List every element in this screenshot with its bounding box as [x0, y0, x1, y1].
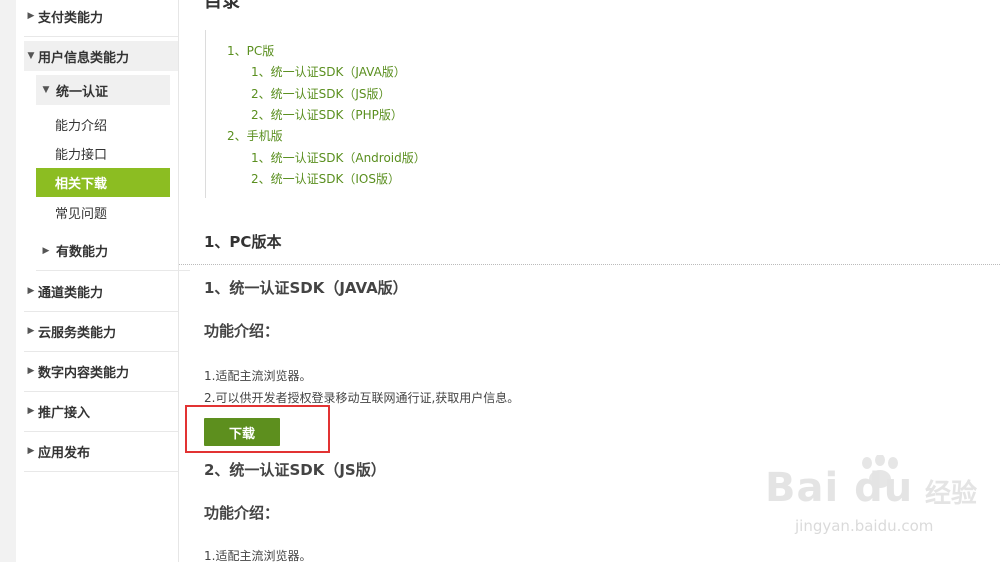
sidebar-item-user-info[interactable]: ▼ 用户信息类能力 — [24, 41, 178, 71]
watermark-url: jingyan.baidu.com — [795, 517, 934, 535]
sidebar-item-label: 统一认证 — [56, 84, 109, 100]
sdk-js-heading: 2、统一认证SDK（JS版） — [204, 461, 386, 479]
sidebar-leaf-downloads[interactable]: 相关下载 — [36, 168, 170, 197]
caret-right-icon: ▶ — [27, 326, 35, 336]
toc-link-ios-sdk[interactable]: 2、统一认证SDK（IOS版） — [251, 170, 400, 187]
caret-right-icon: ▶ — [27, 446, 35, 456]
table-of-contents: 1、PC版 1、统一认证SDK（JAVA版） 2、统一认证SDK（JS版） 2、… — [205, 30, 466, 198]
toc-link-php-sdk[interactable]: 2、统一认证SDK（PHP版） — [251, 106, 403, 123]
toc-link-mobile[interactable]: 2、手机版 — [227, 127, 283, 144]
divider — [179, 264, 1000, 265]
sidebar-item-channel[interactable]: ▶ 通道类能力 — [24, 271, 178, 312]
feature-line: 1.适配主流浏览器。 — [204, 549, 312, 563]
sidebar-item-label: 有数能力 — [56, 245, 109, 260]
sidebar-nav: ▶ 支付类能力 ▼ 用户信息类能力 ▼ 统一认证 能力介绍 能力接口 相关下载 … — [16, 0, 190, 562]
sidebar-item-label: 相关下载 — [55, 177, 108, 192]
caret-down-icon: ▼ — [42, 85, 50, 95]
page-left-gutter — [0, 0, 16, 562]
sidebar-subitem-data-capability[interactable]: ▶ 有数能力 — [36, 231, 190, 271]
toc-link-android-sdk[interactable]: 1、统一认证SDK（Android版） — [251, 149, 426, 166]
caret-right-icon: ▶ — [27, 406, 35, 416]
feature-intro-heading: 功能介绍： — [204, 322, 280, 340]
sidebar-item-digital-content[interactable]: ▶ 数字内容类能力 — [24, 351, 178, 392]
feature-line: 1.适配主流浏览器。 — [204, 369, 312, 383]
caret-right-icon: ▶ — [27, 11, 35, 21]
toc-link-js-sdk[interactable]: 2、统一认证SDK（JS版） — [251, 85, 391, 102]
toc-link-pc[interactable]: 1、PC版 — [227, 42, 274, 59]
sidebar-item-label: 云服务类能力 — [38, 325, 117, 341]
sidebar-item-label: 支付类能力 — [38, 10, 104, 26]
sidebar-item-payment[interactable]: ▶ 支付类能力 — [24, 0, 178, 37]
caret-right-icon: ▶ — [42, 245, 50, 256]
baidu-jingyan-watermark: Bai du 经验 jingyan.baidu.com — [765, 455, 995, 545]
sidebar-item-label: 数字内容类能力 — [38, 365, 130, 381]
sidebar-item-label: 推广接入 — [38, 405, 91, 421]
watermark-logo-text: Bai du — [765, 465, 914, 511]
section-title-pc: 1、PC版本 — [204, 233, 282, 251]
sidebar-leaf-intro[interactable]: 能力介绍 — [36, 110, 170, 139]
sidebar-leaf-api[interactable]: 能力接口 — [36, 139, 170, 168]
sidebar-item-label: 常见问题 — [55, 207, 108, 222]
sidebar-item-label: 用户信息类能力 — [38, 50, 130, 66]
sidebar-item-label: 能力接口 — [55, 148, 108, 163]
feature-line: 2.可以供开发者授权登录移动互联网通行证,获取用户信息。 — [204, 391, 520, 405]
sdk-java-heading: 1、统一认证SDK（JAVA版） — [204, 279, 408, 297]
sidebar-item-cloud[interactable]: ▶ 云服务类能力 — [24, 311, 178, 352]
toc-link-java-sdk[interactable]: 1、统一认证SDK（JAVA版） — [251, 63, 406, 80]
caret-down-icon: ▼ — [27, 51, 35, 61]
sidebar-leaf-faq[interactable]: 常见问题 — [36, 198, 170, 227]
feature-intro-heading: 功能介绍： — [204, 504, 280, 522]
caret-right-icon: ▶ — [27, 286, 35, 296]
sidebar-item-label: 通道类能力 — [38, 285, 104, 301]
sidebar-item-label: 能力介绍 — [55, 119, 108, 134]
sidebar-item-app-publish[interactable]: ▶ 应用发布 — [24, 431, 178, 472]
annotation-highlight-box — [185, 405, 330, 453]
watermark-cn-text: 经验 — [925, 479, 978, 509]
sidebar-subitem-unified-auth[interactable]: ▼ 统一认证 — [36, 75, 170, 105]
sidebar-item-promotion[interactable]: ▶ 推广接入 — [24, 391, 178, 432]
caret-right-icon: ▶ — [27, 366, 35, 376]
sidebar-item-label: 应用发布 — [38, 445, 91, 461]
toc-title: 目录 — [204, 0, 240, 12]
